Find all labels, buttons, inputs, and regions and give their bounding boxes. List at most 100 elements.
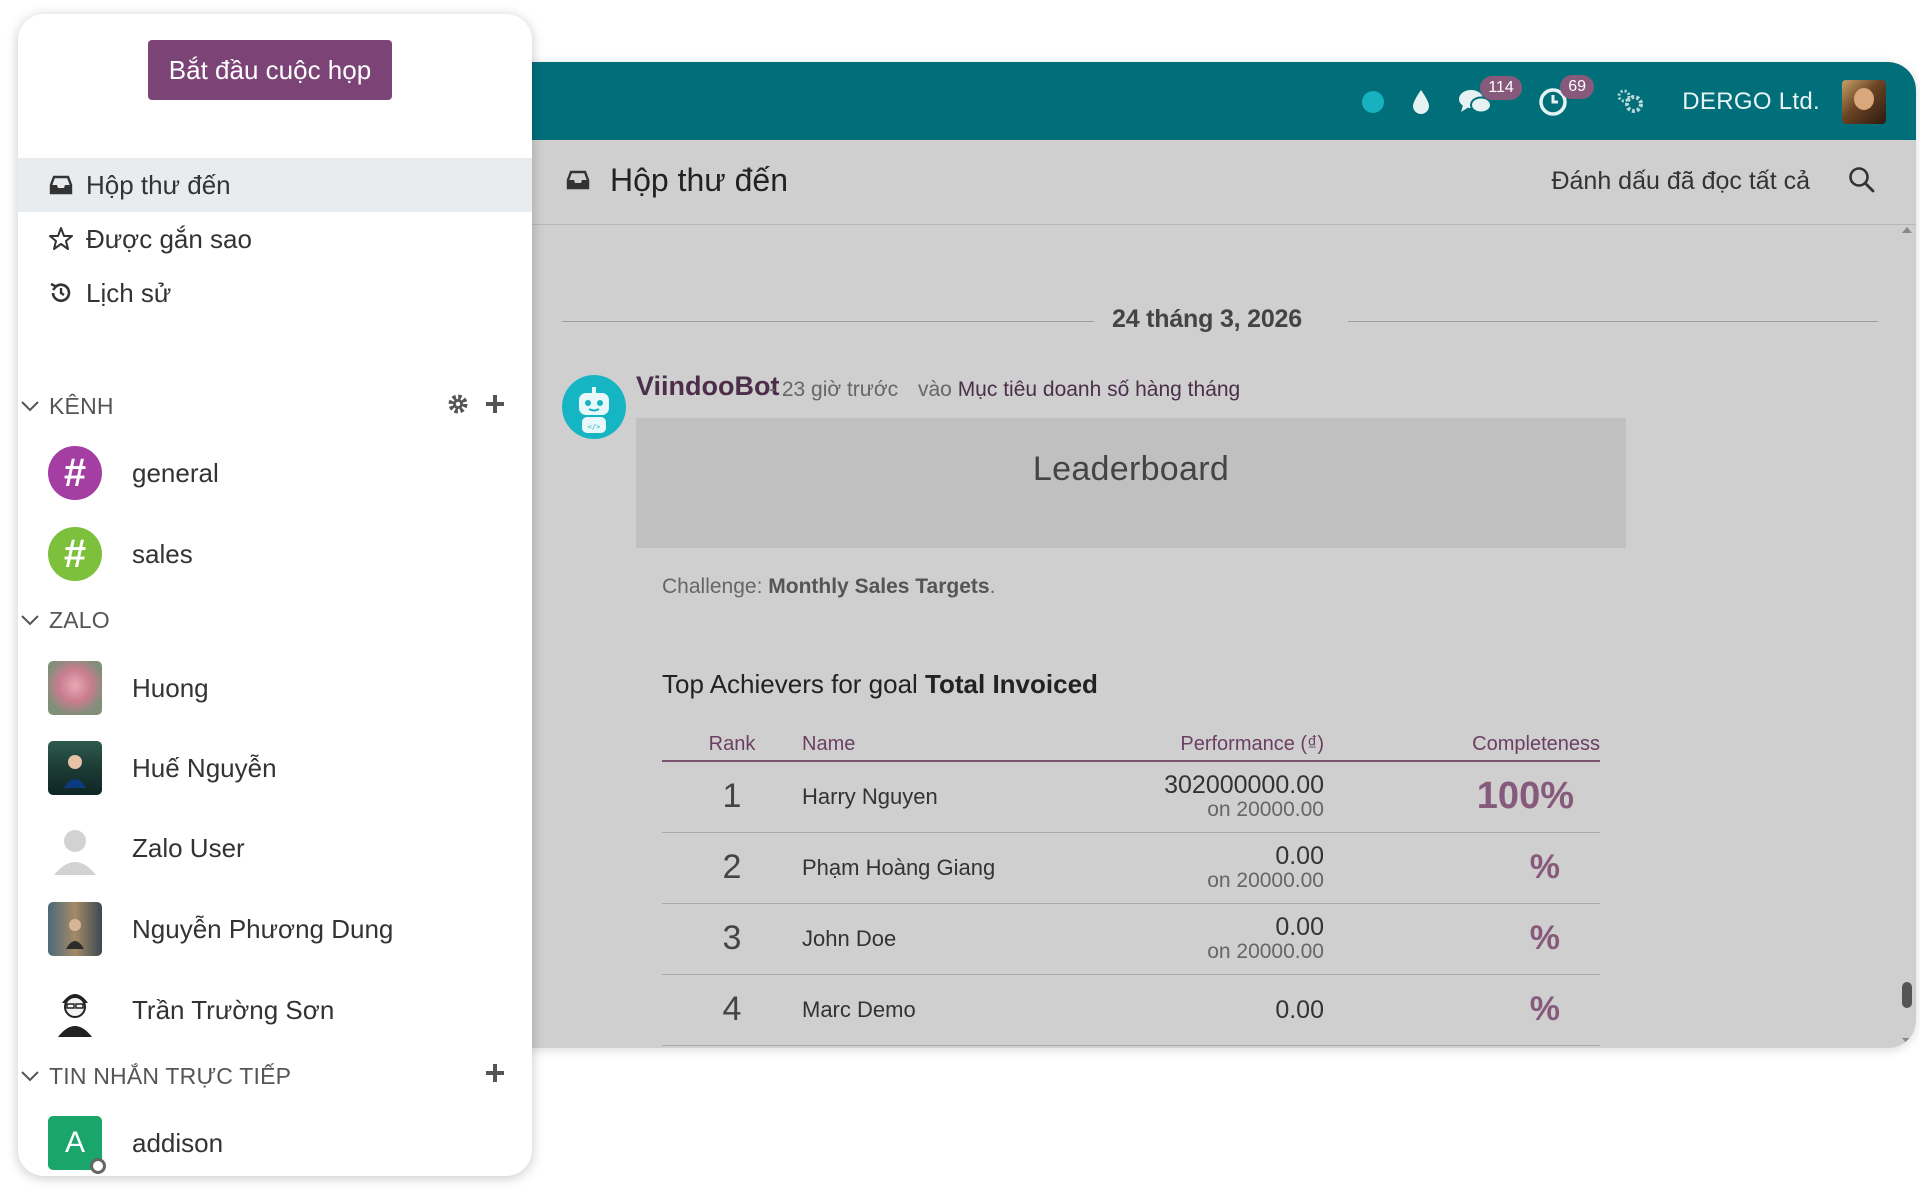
bot-avatar[interactable]: </> <box>562 375 626 439</box>
avatar <box>48 661 102 715</box>
challenge-name: Monthly Sales Targets <box>768 575 990 598</box>
gear-icon[interactable] <box>446 392 470 421</box>
challenge-label: Challenge: <box>662 575 763 598</box>
date-separator-line-right <box>1348 321 1878 322</box>
message-author[interactable]: ViindooBot <box>636 371 779 402</box>
hashtag-icon: # <box>48 446 102 500</box>
channel-name: general <box>132 457 219 488</box>
add-channel-icon[interactable] <box>484 393 506 420</box>
company-switch-menu[interactable] <box>1616 88 1646 116</box>
direct-messages-section-header[interactable]: TIN NHẮN TRỰC TIẾP <box>18 1056 532 1096</box>
table-row: 4 Marc Demo 0.00 % <box>662 974 1600 1046</box>
zalo-item-nguyen-phuong-dung[interactable]: Nguyễn Phương Dung <box>18 891 532 967</box>
hashtag-icon: # <box>48 527 102 581</box>
col-completeness: Completeness <box>1324 725 1600 762</box>
channel-actions <box>446 392 506 421</box>
row-name: John Doe <box>802 903 1102 975</box>
avatar-initial: A <box>64 1126 85 1159</box>
add-chat-icon[interactable] <box>484 1062 506 1089</box>
discuss-main-window: 114 69 DERGO Ltd. Hộp thư đến Đánh dấu đ… <box>520 62 1916 1048</box>
contact-name: Huong <box>132 672 209 703</box>
history-icon <box>46 280 76 306</box>
zalo-section-header[interactable]: ZALO <box>18 600 532 640</box>
online-status-dot <box>1362 91 1385 113</box>
row-name: Harry Nguyen <box>802 761 1102 833</box>
zalo-item-zalo-user[interactable]: Zalo User <box>18 810 532 886</box>
message-record-link[interactable]: Mục tiêu doanh số hàng tháng <box>958 378 1241 401</box>
messaging-menu[interactable]: 114 <box>1458 76 1522 116</box>
status-indicator[interactable] <box>1362 91 1385 113</box>
direct-item-addison[interactable]: A addison <box>18 1105 532 1176</box>
start-meeting-button[interactable]: Bắt đầu cuộc họp <box>148 40 392 100</box>
zalo-item-tran-truong-son[interactable]: Trần Trường Sơn <box>18 972 532 1048</box>
inbox-icon <box>566 170 590 195</box>
sidebar-item-inbox[interactable]: Hộp thư đến <box>18 158 532 212</box>
scroll-up-arrow-icon[interactable] <box>1902 227 1912 233</box>
scroll-down-arrow-icon[interactable] <box>1902 1038 1912 1044</box>
inbox-header: Hộp thư đến Đánh dấu đã đọc tất cả <box>520 140 1916 225</box>
message-thread[interactable]: 24 tháng 3, 2026 </> ViindooBot - 23 giờ… <box>520 225 1916 1048</box>
star-icon <box>46 226 76 252</box>
row-completeness: 100% <box>1324 761 1600 833</box>
chevron-down-icon[interactable] <box>20 399 40 413</box>
leaderboard-title: Leaderboard <box>1032 449 1230 488</box>
channels-section-header[interactable]: KÊNH <box>18 386 532 426</box>
user-placeholder-icon <box>48 821 102 875</box>
message-on-label: vào <box>917 378 952 401</box>
user-avatar[interactable] <box>1842 80 1886 124</box>
activity-count-badge: 69 <box>1560 75 1595 99</box>
row-performance: 302000000.00 on 20000.00 <box>1102 761 1324 833</box>
row-target: on 20000.00 <box>1207 868 1324 892</box>
col-name: Name <box>802 725 1102 762</box>
message-meta: - 23 giờ trước vào Mục tiêu doanh số hàn… <box>769 378 1240 402</box>
row-target: on 20000.00 <box>1207 797 1324 821</box>
contact-name: Nguyễn Phương Dung <box>132 913 394 944</box>
sidebar-item-label: Lịch sử <box>86 277 172 308</box>
date-separator: 24 tháng 3, 2026 <box>562 305 1878 335</box>
offline-status-icon <box>90 1158 106 1174</box>
avatar <box>48 983 102 1037</box>
col-performance: Performance (₫) <box>1102 725 1324 762</box>
row-performance: 0.00 on 20000.00 <box>1102 903 1324 975</box>
discuss-sidebar: Bắt đầu cuộc họp Hộp thư đến Được gắn sa… <box>18 14 532 1176</box>
activity-menu[interactable]: 69 <box>1538 75 1595 117</box>
date-separator-line-left <box>562 321 1094 322</box>
scrollbar[interactable] <box>1900 225 1914 1048</box>
scroll-thumb[interactable] <box>1902 982 1912 1008</box>
chevron-down-icon[interactable] <box>20 613 40 627</box>
top-achievers-heading: Top Achievers for goal Total Invoiced <box>662 669 1098 700</box>
section-title: TIN NHẮN TRỰC TIẾP <box>49 1062 292 1089</box>
mark-all-read-button[interactable]: Đánh dấu đã đọc tất cả <box>1551 167 1810 196</box>
row-value: 0.00 <box>1275 841 1324 870</box>
row-rank: 4 <box>662 974 802 1046</box>
company-name[interactable]: DERGO Ltd. <box>1682 88 1820 116</box>
row-rank: 2 <box>662 832 802 904</box>
channel-item-sales[interactable]: # sales <box>18 516 532 592</box>
section-title: KÊNH <box>49 392 114 419</box>
sidebar-item-history[interactable]: Lịch sử <box>18 266 532 320</box>
sidebar-item-starred[interactable]: Được gắn sao <box>18 212 532 266</box>
table-row: 2 Phạm Hoàng Giang 0.00 on 20000.00 % <box>662 832 1600 904</box>
table-header-row: Rank Name Performance (₫) Completeness <box>662 725 1600 762</box>
row-name: Phạm Hoàng Giang <box>802 832 1102 904</box>
sidebar-item-label: Hộp thư đến <box>86 169 231 200</box>
row-completeness: % <box>1324 832 1600 904</box>
row-value: 0.00 <box>1275 912 1324 941</box>
challenge-end: . <box>989 575 996 598</box>
zalo-item-huong[interactable]: Huong <box>18 650 532 726</box>
channel-name: sales <box>132 538 193 569</box>
row-value: 0.00 <box>1275 995 1324 1024</box>
message-time: - 23 giờ trước <box>769 378 899 401</box>
chevron-down-icon[interactable] <box>20 1069 40 1083</box>
leaderboard-banner: Leaderboard <box>636 418 1626 548</box>
cogs-icon <box>1616 88 1646 116</box>
zalo-item-hue-nguyen[interactable]: Huế Nguyễn <box>18 730 532 806</box>
achievers-prefix: Top Achievers for goal <box>662 669 918 699</box>
search-icon[interactable] <box>1848 166 1876 199</box>
leaderboard-table: Rank Name Performance (₫) Completeness 1… <box>662 725 1600 1046</box>
contact-name: Huế Nguyễn <box>132 752 277 783</box>
sidebar-item-label: Được gắn sao <box>86 223 252 254</box>
debug-drop-icon[interactable] <box>1412 89 1430 115</box>
row-target: on 20000.00 <box>1207 939 1324 963</box>
channel-item-general[interactable]: # general <box>18 435 532 511</box>
